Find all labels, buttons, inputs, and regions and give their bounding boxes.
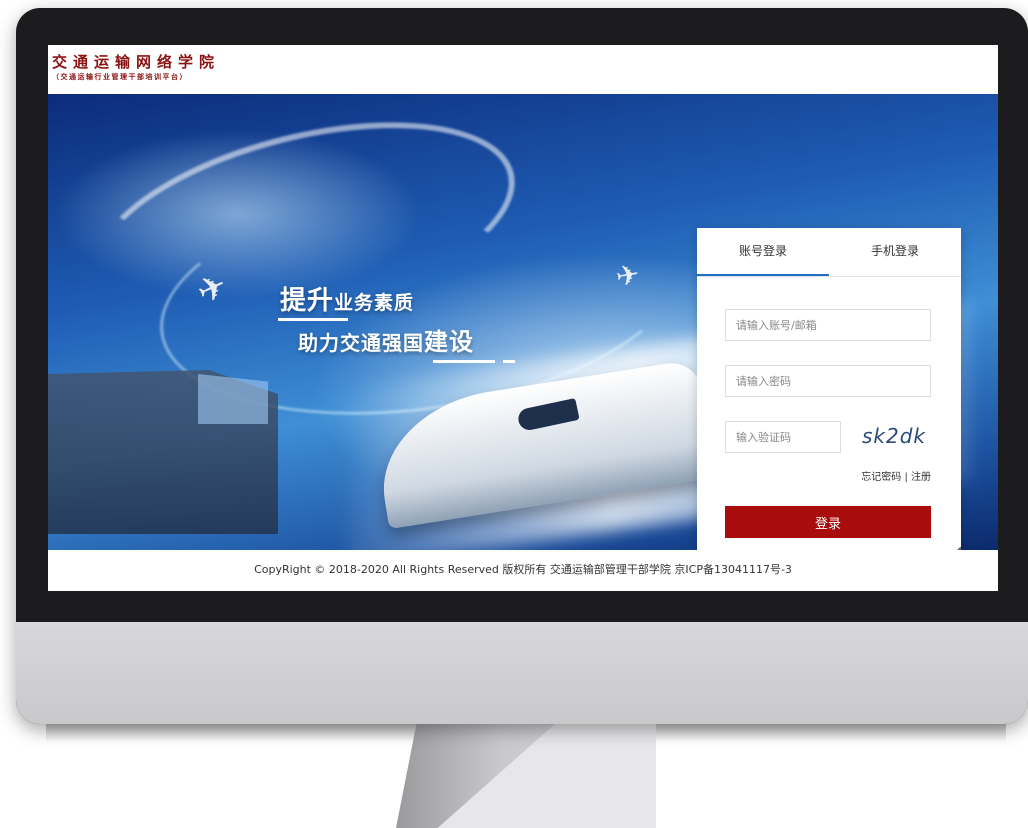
auxiliary-links: 忘记密码 | 注册 xyxy=(797,468,931,483)
site-header: 交通运输网络学院 （交通运输行业管理干部培训平台） xyxy=(48,45,998,94)
captcha-image[interactable]: sk2dk xyxy=(858,422,930,450)
slogan-underline xyxy=(278,318,348,321)
truck-windshield xyxy=(198,374,268,424)
tab-account-login[interactable]: 账号登录 xyxy=(697,228,829,276)
forgot-password-link[interactable]: 忘记密码 xyxy=(861,472,901,483)
logo-title[interactable]: 交通运输网络学院 xyxy=(52,51,220,72)
slogan-emphasis: 提升 xyxy=(280,286,335,316)
slogan-underline-dash xyxy=(503,360,515,363)
slogan-emphasis: 建设 xyxy=(424,328,474,356)
slogan-text: 业务素质 xyxy=(334,292,415,314)
register-link[interactable]: 注册 xyxy=(911,472,931,483)
link-separator: | xyxy=(904,472,908,483)
login-button[interactable]: 登录 xyxy=(725,506,931,538)
site-footer: CopyRight © 2018-2020 All Rights Reserve… xyxy=(48,550,998,591)
airplane-icon-secondary: ✈ xyxy=(613,257,643,294)
tab-phone-login[interactable]: 手机登录 xyxy=(829,228,961,276)
slogan-underline xyxy=(433,360,495,363)
monitor-chin xyxy=(16,622,1028,724)
browser-screen: 交通运输网络学院 （交通运输行业管理干部培训平台） ✈ ✈ 提升业务素质 助力交… xyxy=(48,45,998,591)
logo-subtitle: （交通运输行业管理干部培训平台） xyxy=(52,72,188,81)
monitor-frame: 交通运输网络学院 （交通运输行业管理干部培训平台） ✈ ✈ 提升业务素质 助力交… xyxy=(16,8,1028,724)
captcha-input[interactable] xyxy=(725,421,841,453)
slogan-line-1: 提升业务素质 xyxy=(280,280,414,317)
slogan-line-2: 助力交通强国建设 xyxy=(298,322,474,357)
login-panel: 账号登录 手机登录 sk2dk 忘记密码 | 注册 登录 xyxy=(697,228,961,550)
password-input[interactable] xyxy=(725,365,931,397)
account-input[interactable] xyxy=(725,309,931,341)
login-tabs: 账号登录 手机登录 xyxy=(697,228,961,277)
slogan-text: 助力交通强国 xyxy=(298,331,424,355)
hero-banner: ✈ ✈ 提升业务素质 助力交通强国建设 账号登录 手机登录 sk2dk xyxy=(48,94,998,550)
